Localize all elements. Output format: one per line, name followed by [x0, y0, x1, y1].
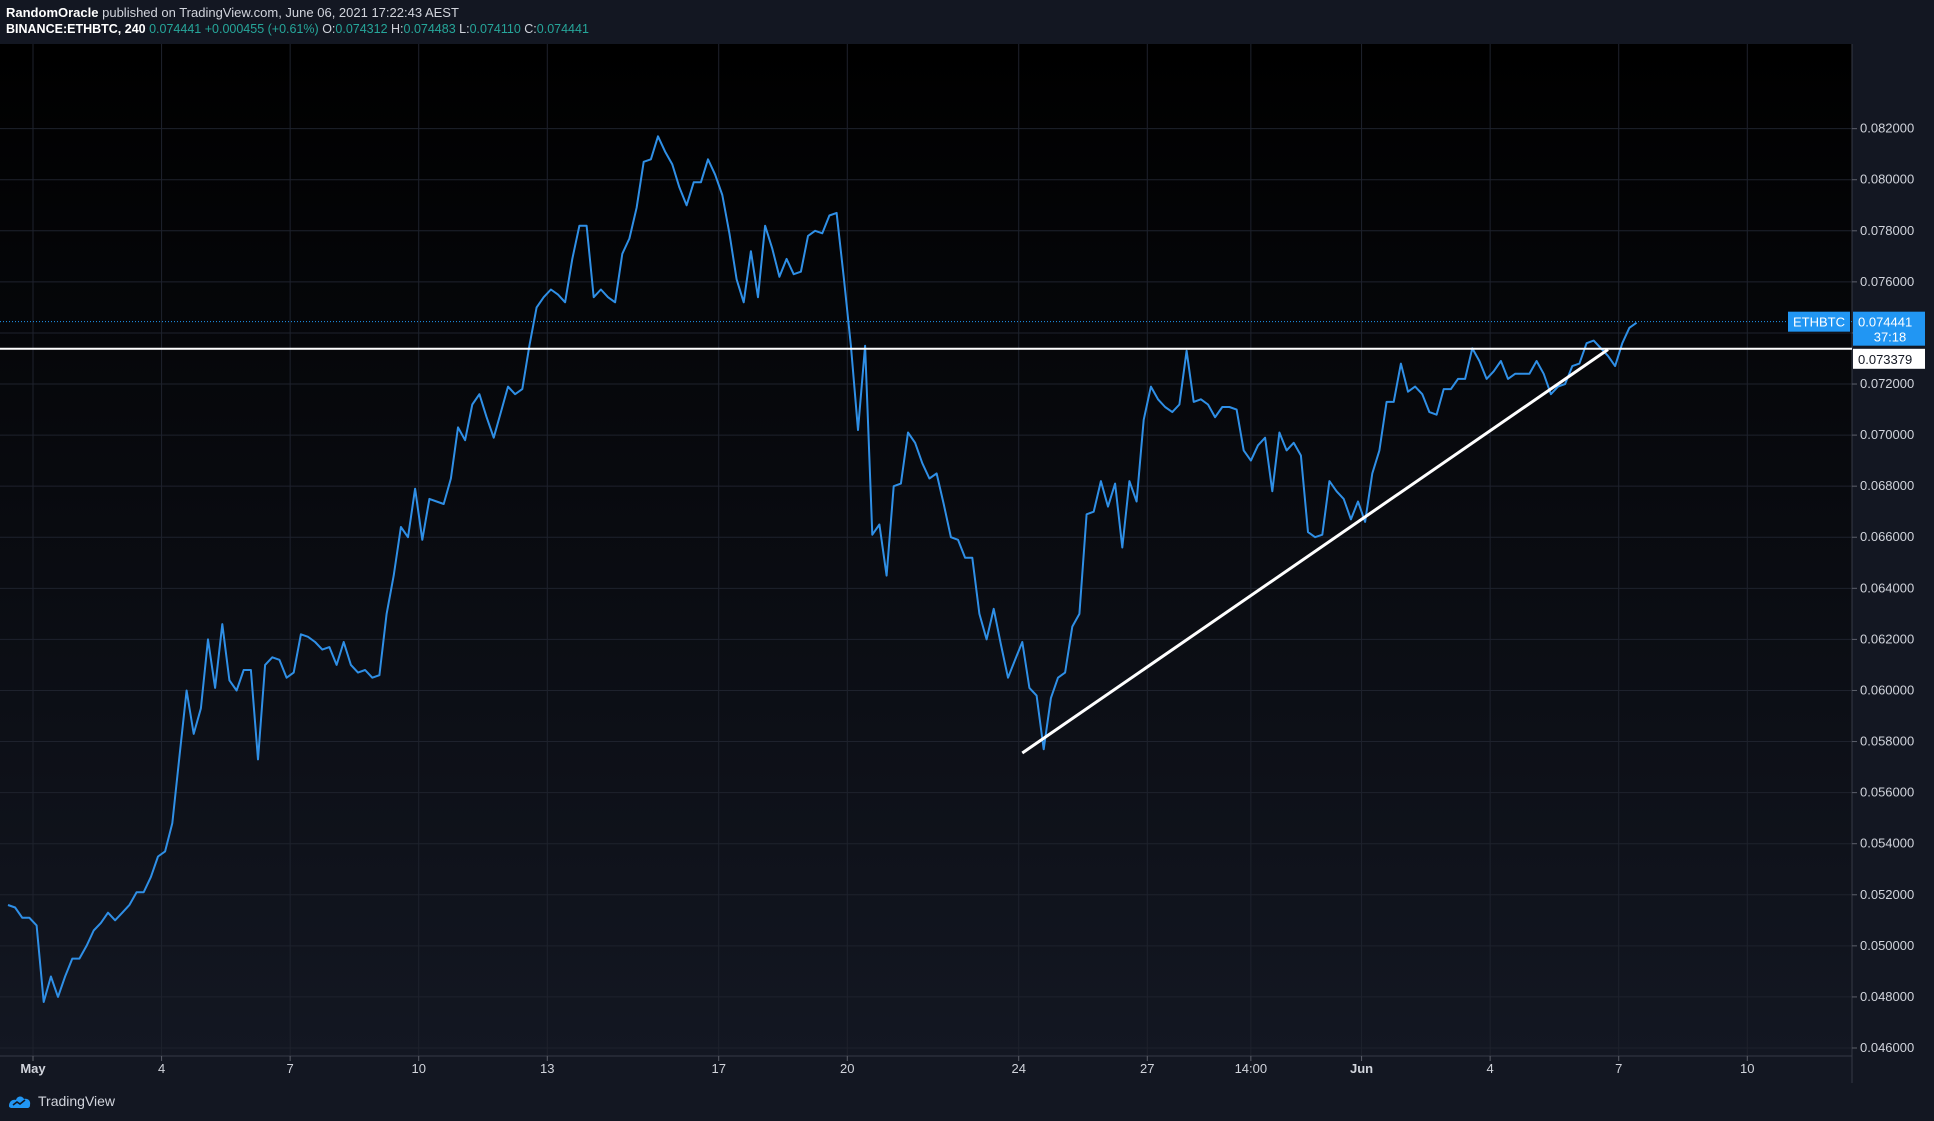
close-value: 0.074441: [536, 22, 589, 36]
brand-name: TradingView: [38, 1093, 116, 1109]
author-name[interactable]: RandomOracle: [6, 5, 98, 20]
y-tick-label: 0.054000: [1860, 836, 1914, 851]
low-label: L:: [459, 22, 470, 36]
x-tick-label: 4: [1487, 1061, 1494, 1076]
last-price-tag-value: 0.074441: [1858, 315, 1912, 330]
y-tick-label: 0.062000: [1860, 631, 1914, 646]
y-tick-label: 0.080000: [1860, 172, 1914, 187]
symbol-label[interactable]: BINANCE:ETHBTC, 240: [6, 22, 146, 36]
tradingview-logo-icon: [9, 1096, 31, 1108]
open-label: O:: [322, 22, 336, 36]
published-text: published on TradingView.com, June 06, 2…: [102, 5, 459, 20]
x-tick-label: 7: [287, 1061, 294, 1076]
y-tick-label: 0.046000: [1860, 1040, 1914, 1055]
tradingview-brand[interactable]: TradingView: [8, 1093, 115, 1109]
chart-header: RandomOracle published on TradingView.co…: [0, 0, 1934, 44]
y-tick-label: 0.058000: [1860, 734, 1914, 749]
x-tick-label: 14:00: [1235, 1061, 1268, 1076]
ohlc-legend: BINANCE:ETHBTC, 240 0.074441 +0.000455 (…: [6, 22, 589, 36]
x-tick-label: 7: [1615, 1061, 1622, 1076]
footer: TradingView: [0, 1083, 1934, 1121]
y-tick-label: 0.052000: [1860, 887, 1914, 902]
y-tick-label: 0.072000: [1860, 376, 1914, 391]
last-price: 0.074441: [149, 22, 202, 36]
y-tick-label: 0.068000: [1860, 478, 1914, 493]
x-tick-label: 10: [411, 1061, 425, 1076]
y-tick-label: 0.064000: [1860, 580, 1914, 595]
y-tick-label: 0.078000: [1860, 223, 1914, 238]
y-tick-label: 0.056000: [1860, 785, 1914, 800]
x-tick-label: 17: [711, 1061, 725, 1076]
x-tick-label: 10: [1740, 1061, 1754, 1076]
x-tick-label: 20: [840, 1061, 854, 1076]
plot-background: [0, 44, 1852, 1056]
open-value: 0.074312: [335, 22, 388, 36]
x-tick-label: Jun: [1350, 1061, 1373, 1076]
hline-tag-value: 0.073379: [1858, 352, 1912, 367]
x-tick-label: 24: [1011, 1061, 1025, 1076]
high-value: 0.074483: [403, 22, 456, 36]
y-tick-label: 0.050000: [1860, 938, 1914, 953]
low-value: 0.074110: [469, 22, 521, 36]
publish-info: RandomOracle published on TradingView.co…: [6, 5, 459, 20]
symbol-tag-label: ETHBTC: [1793, 315, 1845, 330]
time-axis[interactable]: May 4 7 10 13 17 20 24 27 14:00 Jun 4 7 10: [20, 1056, 1755, 1076]
x-tick-label: 13: [540, 1061, 554, 1076]
y-tick-label: 0.066000: [1860, 529, 1914, 544]
last-price-countdown: 37:18: [1874, 330, 1907, 345]
x-tick-label: 27: [1140, 1061, 1154, 1076]
price-axis[interactable]: 0.046000 0.048000 0.050000 0.052000 0.054000…: [1852, 121, 1914, 1055]
high-label: H:: [391, 22, 404, 36]
close-label: C:: [524, 22, 537, 36]
y-tick-label: 0.076000: [1860, 274, 1914, 289]
x-tick-label: May: [20, 1061, 46, 1076]
y-tick-label: 0.082000: [1860, 121, 1914, 136]
price-chart[interactable]: 0.046000 0.048000 0.050000 0.052000 0.054000…: [0, 44, 1934, 1083]
y-tick-label: 0.060000: [1860, 682, 1914, 697]
price-change: +0.000455 (+0.61%): [204, 22, 319, 36]
x-tick-label: 4: [158, 1061, 165, 1076]
y-tick-label: 0.070000: [1860, 427, 1914, 442]
y-tick-label: 0.048000: [1860, 989, 1914, 1004]
